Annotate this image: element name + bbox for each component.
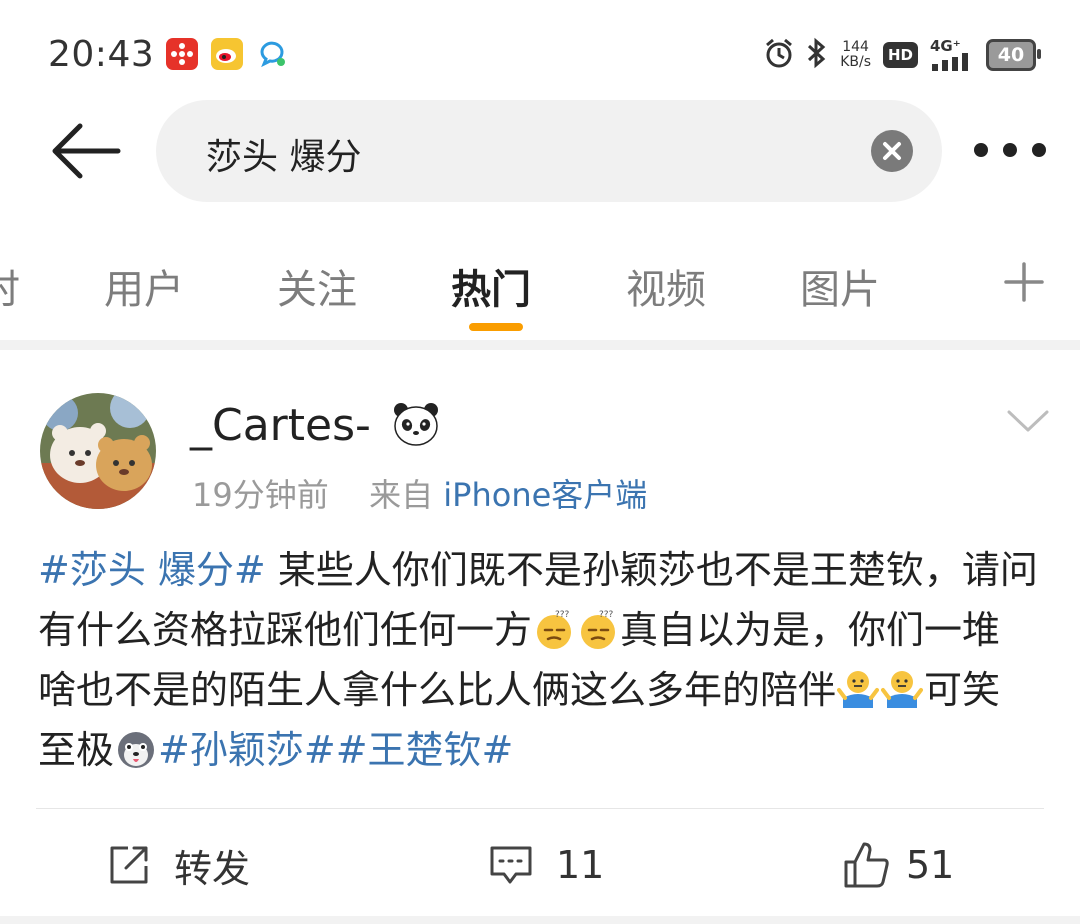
post-menu-button[interactable] <box>1005 404 1051 438</box>
like-count: 51 <box>906 843 955 887</box>
thinking-emoji-icon: ??? <box>533 607 575 649</box>
topic-link[interactable]: #王楚钦# <box>336 728 514 772</box>
post-username[interactable]: _Cartes- <box>190 400 371 451</box>
tab-video[interactable]: 视频 <box>626 257 706 315</box>
post-source-prefix: 来自 <box>369 476 434 514</box>
tab-images[interactable]: 图片 <box>800 257 880 315</box>
avatar[interactable] <box>40 393 156 509</box>
status-indicators: 144 KB/s HD 4G⁺ 40 <box>764 36 1041 74</box>
add-tab-button[interactable] <box>1002 260 1046 304</box>
tab-bar: 时 用户 关注 热门 视频 图片 <box>0 245 1080 325</box>
like-icon <box>844 842 889 888</box>
back-arrow-icon <box>52 123 121 179</box>
chat-notification-icon <box>256 38 288 70</box>
app-notification-icon <box>166 38 198 70</box>
repost-icon <box>110 846 148 884</box>
search-input[interactable]: 莎头 爆分 <box>156 100 942 202</box>
tab-hot[interactable]: 热门 <box>451 257 531 315</box>
shrug-emoji-icon <box>881 667 924 709</box>
comment-icon <box>490 846 532 884</box>
search-query-text: 莎头 爆分 <box>206 137 362 178</box>
hd-badge: HD <box>882 42 918 68</box>
more-icon <box>974 143 988 157</box>
post-content: #莎头 爆分# 某些人你们既不是孙颖莎也不是王楚钦，请问有什么资格拉踩他们任何一… <box>38 540 1038 780</box>
panda-emoji-icon <box>392 400 440 448</box>
tab-comprehensive[interactable]: 时 <box>0 257 20 315</box>
tab-users[interactable]: 用户 <box>104 257 184 315</box>
alarm-icon <box>764 37 794 73</box>
clear-icon <box>883 142 901 160</box>
comment-count: 11 <box>556 843 605 887</box>
signal-icon: 4G⁺ <box>930 39 974 71</box>
post-source-app[interactable]: iPhone客户端 <box>443 476 647 514</box>
chevron-down-icon <box>1007 410 1049 432</box>
network-speed: 144 KB/s <box>840 39 871 70</box>
like-button[interactable]: 51 <box>842 838 954 892</box>
post-meta: 19分钟前 来自 iPhone客户端 <box>192 470 647 516</box>
battery-indicator: 40 <box>986 39 1041 71</box>
back-button[interactable] <box>48 118 124 184</box>
husky-emoji-icon <box>115 727 157 769</box>
section-divider <box>0 340 1080 350</box>
comment-button[interactable]: 11 <box>488 838 604 892</box>
card-divider <box>36 808 1044 809</box>
plus-icon <box>1004 262 1044 302</box>
bottom-divider <box>0 916 1080 924</box>
svg-text:???: ??? <box>599 610 614 620</box>
bluetooth-icon <box>806 37 828 73</box>
weibo-notification-icon <box>211 38 243 70</box>
tab-following[interactable]: 关注 <box>277 257 357 315</box>
clear-search-button[interactable] <box>871 130 913 172</box>
shrug-emoji-icon <box>837 667 880 709</box>
repost-button[interactable]: 转发 <box>106 838 250 892</box>
post-time: 19分钟前 <box>192 476 329 514</box>
status-time: 20:43 <box>48 34 155 75</box>
svg-text:???: ??? <box>555 610 570 620</box>
thinking-emoji-icon: ??? <box>577 607 619 649</box>
active-tab-indicator <box>469 323 523 331</box>
repost-label: 转发 <box>174 846 251 891</box>
topic-link[interactable]: #孙颖莎# <box>158 728 336 772</box>
status-bar: 20:43 144 KB/s HD 4G⁺ 40 <box>0 0 1080 100</box>
topic-link[interactable]: #莎头 爆分# <box>38 548 266 592</box>
more-options-button[interactable] <box>974 138 1046 162</box>
